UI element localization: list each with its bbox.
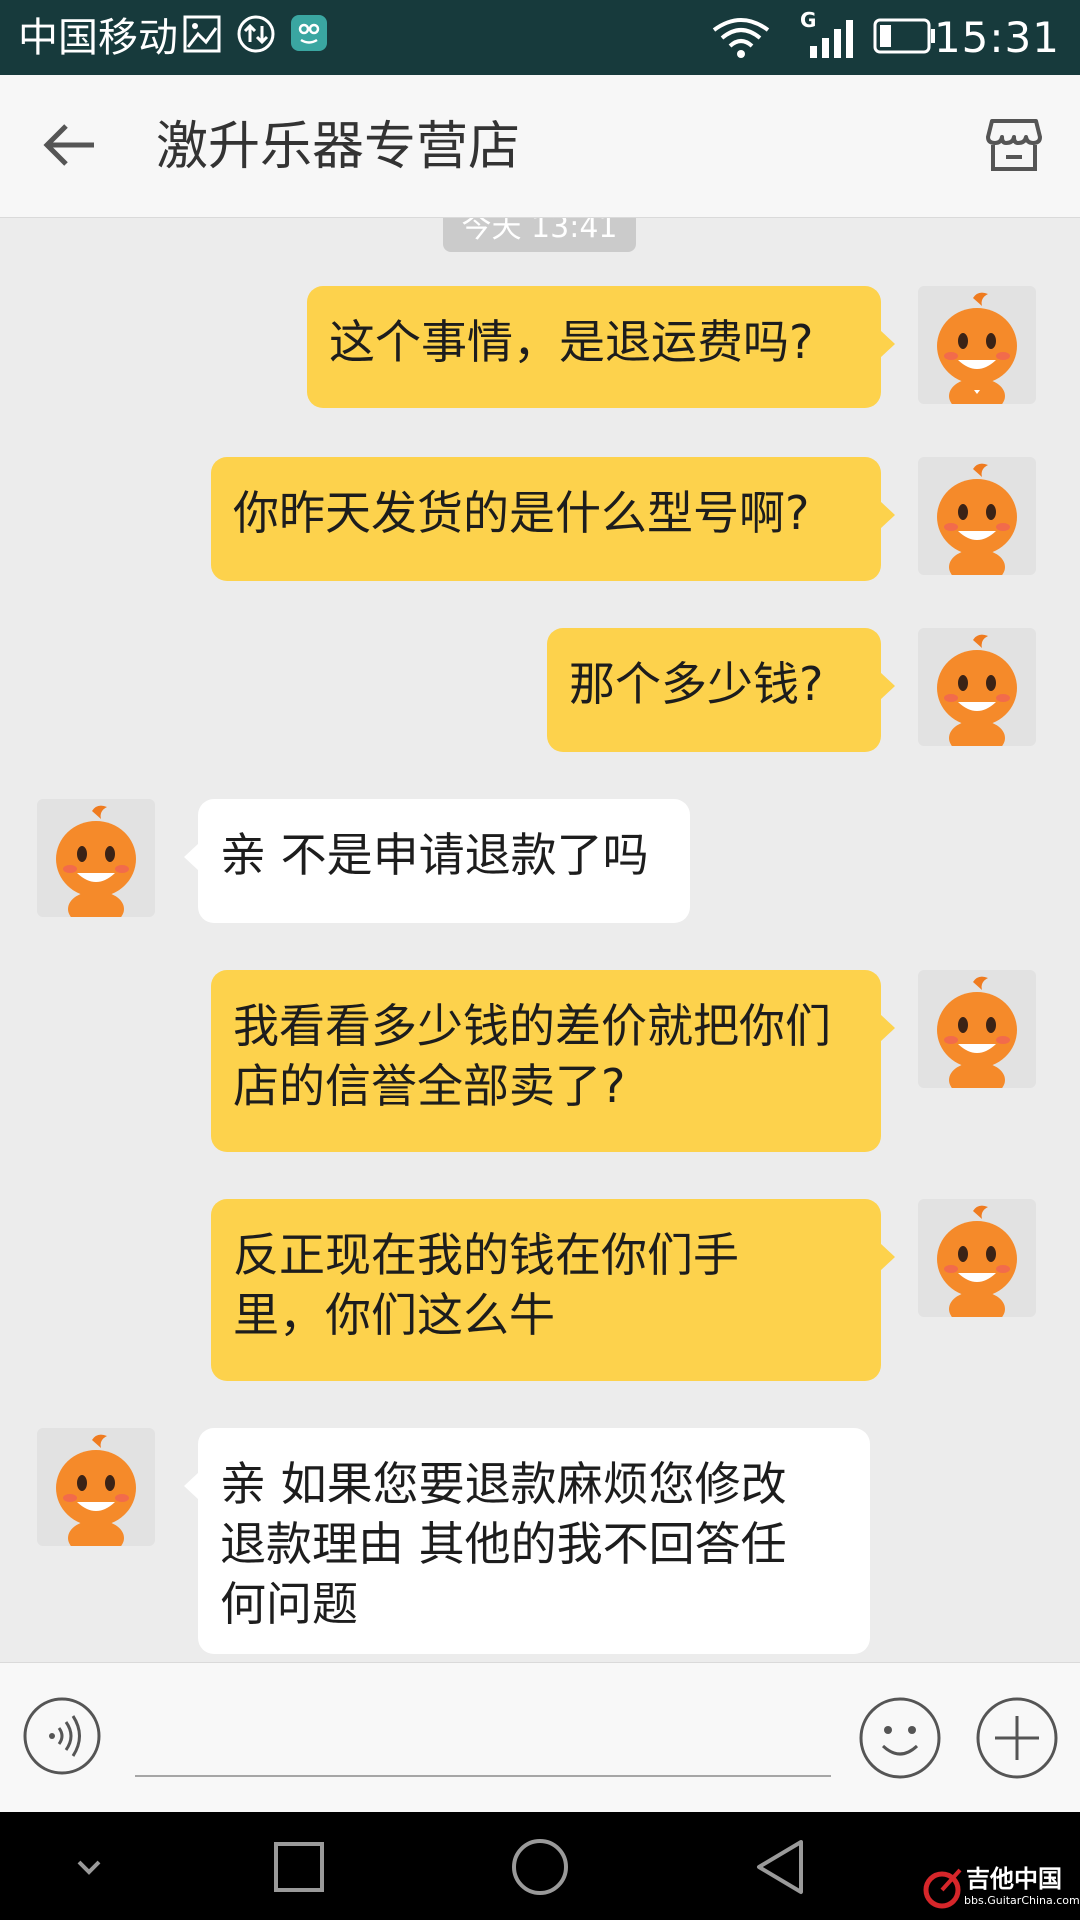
taobao-mascot-icon <box>937 976 1017 1088</box>
bubble-tail <box>880 1014 895 1042</box>
bubble-tail <box>880 330 895 358</box>
chat-header: 激升乐器专营店 <box>0 75 1080 218</box>
message-bubble-outgoing[interactable]: 反正现在我的钱在你们手 里，你们这么牛 <box>211 1199 895 1381</box>
message-bubble-incoming[interactable]: 亲 不是申请退款了吗 <box>184 799 690 923</box>
avatar-self[interactable] <box>918 1199 1036 1317</box>
avatar-self[interactable] <box>918 628 1036 746</box>
message-text-line: 店的信誉全部卖了? <box>233 1059 626 1113</box>
message-text: 这个事情，是退运费吗? <box>329 315 814 369</box>
message-input[interactable] <box>135 1693 831 1777</box>
message-text-line: 亲 如果您要退款麻烦您修改 <box>220 1457 787 1511</box>
message-bubble-outgoing[interactable]: 我看看多少钱的差价就把你们 店的信誉全部卖了? <box>211 970 895 1152</box>
watermark-title: 吉他中国 <box>966 1865 1062 1893</box>
avatar-shop[interactable] <box>37 799 155 917</box>
message-text: 那个多少钱? <box>569 657 824 711</box>
signal-icon <box>810 20 853 58</box>
bubble-tail <box>184 843 199 871</box>
message-text-line: 我看看多少钱的差价就把你们 <box>233 999 831 1053</box>
bubble-tail <box>184 1472 199 1500</box>
taobao-mascot-icon <box>937 634 1017 746</box>
back-arrow-icon[interactable] <box>38 113 102 177</box>
carrier-name: 中国移动 <box>18 15 178 61</box>
message-text-line: 反正现在我的钱在你们手 <box>233 1228 739 1282</box>
recent-apps-icon[interactable] <box>264 1832 334 1902</box>
emoji-icon[interactable] <box>858 1696 942 1780</box>
message-text-line: 里，你们这么牛 <box>233 1288 555 1342</box>
message-text-line: 退款理由 其他的我不回答任 <box>220 1517 787 1571</box>
guitar-logo-icon <box>923 1868 962 1909</box>
taobao-mascot-icon <box>937 463 1017 575</box>
voice-icon[interactable] <box>22 1696 102 1776</box>
message-bubble-incoming[interactable]: 亲 如果您要退款麻烦您修改 退款理由 其他的我不回答任 何问题 <box>184 1428 870 1654</box>
image-icon <box>183 15 221 53</box>
avatar-self[interactable] <box>918 970 1036 1088</box>
store-icon[interactable] <box>984 115 1044 175</box>
taobao-mascot-icon <box>56 805 136 917</box>
data-transfer-icon <box>237 15 275 53</box>
message-text: 你昨天发货的是什么型号啊? <box>233 486 810 540</box>
wifi-icon <box>712 18 770 58</box>
navigation-bar: 吉他中国 bbs.GuitarChina.com <box>0 1812 1080 1920</box>
taobao-mascot-icon <box>937 1205 1017 1317</box>
message-text: 亲 不是申请退款了吗 <box>220 828 649 882</box>
back-icon[interactable] <box>745 1832 815 1902</box>
message-bubble-outgoing[interactable]: 你昨天发货的是什么型号啊? <box>211 457 895 581</box>
battery-icon <box>873 18 935 54</box>
bubble-tail <box>880 1243 895 1271</box>
bubble-tail <box>880 501 895 529</box>
timestamp-badge: 今天 13:41 <box>443 218 636 252</box>
watermark-url: bbs.GuitarChina.com <box>964 1894 1080 1907</box>
message-bubble-outgoing[interactable]: 那个多少钱? <box>547 628 895 752</box>
home-icon[interactable] <box>505 1832 575 1902</box>
app-notification-icon <box>291 15 327 51</box>
avatar-shop[interactable] <box>37 1428 155 1546</box>
taobao-mascot-icon <box>56 1434 136 1546</box>
message-bubble-outgoing[interactable]: 这个事情，是退运费吗? <box>307 286 895 408</box>
avatar-self[interactable] <box>918 457 1036 575</box>
chat-area[interactable]: 今天 13:41 这个事情，是退运费吗? 你昨天发货的是什么型号啊? 那个多少钱… <box>0 218 1080 1662</box>
taobao-mascot-icon <box>937 292 1017 404</box>
watermark: 吉他中国 bbs.GuitarChina.com <box>922 1864 1080 1914</box>
chevron-down-icon[interactable] <box>54 1832 124 1902</box>
bubble-tail <box>880 672 895 700</box>
message-text-line: 何问题 <box>220 1577 358 1631</box>
avatar-self[interactable] <box>918 286 1036 404</box>
status-time: 15:31 <box>933 13 1060 62</box>
page-title: 激升乐器专营店 <box>156 117 521 177</box>
input-bar <box>0 1662 1080 1813</box>
plus-icon[interactable] <box>975 1696 1059 1780</box>
status-bar: 中国移动 G 15:31 <box>0 0 1080 75</box>
